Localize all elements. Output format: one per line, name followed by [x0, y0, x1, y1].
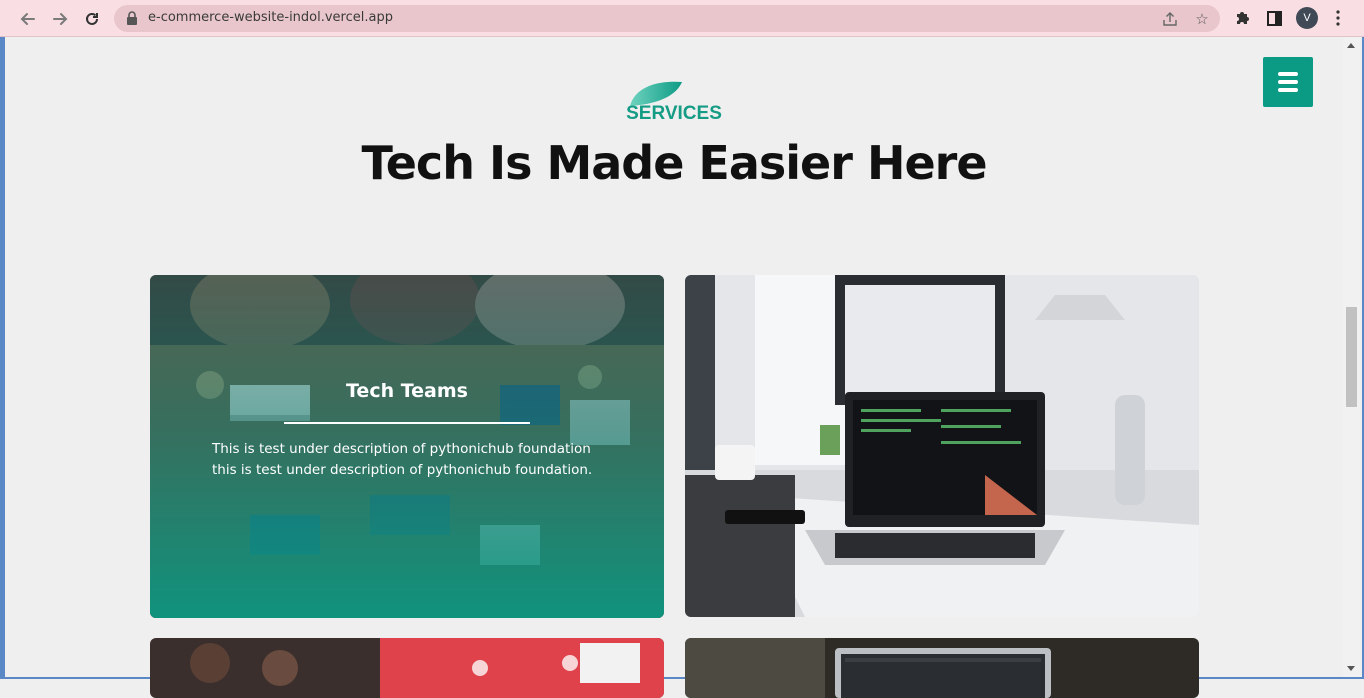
side-panel-icon[interactable] [1263, 7, 1285, 29]
hamburger-menu-icon [1278, 72, 1298, 76]
hamburger-bar [1278, 80, 1298, 84]
scroll-thumb[interactable] [1346, 307, 1357, 407]
browser-toolbar: e-commerce-website-indol.vercel.app ☆ V [0, 0, 1364, 37]
url-text[interactable]: e-commerce-website-indol.vercel.app [148, 10, 393, 25]
hamburger-menu-button[interactable] [1263, 57, 1313, 107]
scroll-down-arrow-icon[interactable] [1347, 666, 1355, 671]
forward-arrow-icon[interactable] [47, 6, 73, 32]
card-description: This is test under description of python… [212, 441, 593, 478]
section-eyebrow: SERVICES [626, 103, 722, 124]
extensions-puzzle-icon[interactable] [1231, 7, 1253, 29]
service-card-3[interactable] [150, 638, 664, 698]
page-title: Tech Is Made Easier Here [361, 136, 987, 190]
star-icon[interactable]: ☆ [1192, 9, 1212, 29]
laptop-on-desk-photo [685, 275, 1199, 617]
laptop-dark-photo [685, 638, 1199, 698]
back-arrow-icon[interactable] [15, 6, 41, 32]
card-title: Tech Teams [346, 380, 468, 402]
share-icon[interactable] [1160, 9, 1180, 29]
reload-icon[interactable] [79, 6, 105, 32]
scroll-up-arrow-icon[interactable] [1347, 43, 1355, 48]
page-scrollbar[interactable] [1343, 37, 1360, 677]
lock-icon [127, 11, 137, 25]
service-card-laptop[interactable] [685, 275, 1199, 617]
service-card-tech-teams[interactable]: Tech Teams This is test under descriptio… [150, 275, 664, 618]
profile-avatar[interactable]: V [1296, 7, 1318, 29]
red-decor-photo [150, 638, 664, 698]
address-bar[interactable]: e-commerce-website-indol.vercel.app ☆ [114, 5, 1220, 32]
service-card-4[interactable] [685, 638, 1199, 698]
card-divider [284, 422, 530, 424]
window-frame-left [0, 37, 5, 679]
hamburger-bar [1278, 88, 1298, 92]
more-vert-icon[interactable] [1327, 7, 1349, 29]
